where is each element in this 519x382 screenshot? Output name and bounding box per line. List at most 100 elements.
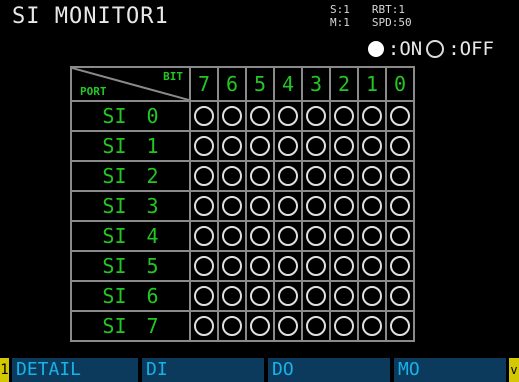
bit-cell [329,220,359,252]
off-lamp-icon [250,286,270,306]
mo-key[interactable]: MO [394,358,506,382]
bit-cell [357,160,387,192]
bit-cell [217,160,247,192]
port-prefix: SI [102,164,127,188]
off-lamp-icon [334,106,354,126]
port-rows: SI 0 SI 1 SI 2 SI 3 SI 4 SI 5 SI 6 SI 7 [70,100,415,342]
bit-cell [273,250,303,282]
bit-cell [217,250,247,282]
bit-header-row: BIT PORT 7 6 5 4 3 2 1 0 [70,66,415,102]
function-page-number: 1 [0,358,9,382]
bit-cell [189,160,219,192]
bit-cell [245,160,275,192]
port-prefix: SI [102,314,127,338]
more-keys-indicator[interactable]: v [509,358,519,382]
di-key[interactable]: DI [142,358,264,382]
off-lamp-icon [278,136,298,156]
port-prefix: SI [102,104,127,128]
bit-cell [301,220,331,252]
bit-cell [273,310,303,342]
off-lamp-icon [390,286,410,306]
off-lamp-icon [278,256,298,276]
bit-cell [273,100,303,132]
off-lamp-icon [390,136,410,156]
off-lamp-icon [334,286,354,306]
off-lamp-icon [306,316,326,336]
bit-cell [217,280,247,312]
bit-cell [357,130,387,162]
bit-cell [245,100,275,132]
off-lamp-icon [390,196,410,216]
off-lamp-icon [250,226,270,246]
status-rbt: RBT:1 [371,3,405,16]
bit-cell [385,100,415,132]
bit-cell [189,310,219,342]
bit-cell [329,130,359,162]
bit-cell [385,160,415,192]
port-number: 3 [146,194,159,218]
bit-cell [245,250,275,282]
do-key[interactable]: DO [268,358,390,382]
off-lamp-icon [362,106,382,126]
bit-cell [273,220,303,252]
off-lamp-icon [362,226,382,246]
off-lamp-icon [222,286,242,306]
off-lamp-icon [362,136,382,156]
port-bit-corner: BIT PORT [70,66,191,102]
bit-cell [301,250,331,282]
bit-cell [329,100,359,132]
bit-cell [329,160,359,192]
off-lamp-icon [222,226,242,246]
off-lamp-icon [278,106,298,126]
bit-cell [385,130,415,162]
bit-cell [301,190,331,222]
bit-cell [385,280,415,312]
off-lamp-icon [306,286,326,306]
bit-cell [385,220,415,252]
off-lamp-icon [194,196,214,216]
bit-cell [245,130,275,162]
off-lamp-icon [390,106,410,126]
off-lamp-icon [362,256,382,276]
port-row: SI 2 [70,160,415,192]
corner-bit-label: BIT [163,70,183,83]
off-lamp-icon [390,226,410,246]
off-lamp-icon [334,136,354,156]
port-label: SI 1 [70,130,191,162]
port-number: 1 [146,134,159,158]
bit-cell [357,310,387,342]
off-lamp-icon [250,196,270,216]
off-lamp-icon [194,136,214,156]
bit-cell [189,250,219,282]
function-key-bar: 1 DETAIL DI DO MO v [0,356,519,382]
on-dot-icon [367,41,384,57]
port-number: 7 [146,314,159,338]
port-prefix: SI [102,134,127,158]
off-lamp-icon [390,166,410,186]
bit-cell [357,220,387,252]
bit-cell [245,220,275,252]
off-lamp-icon [222,136,242,156]
status-s: S:1 [330,3,350,16]
bit-cell [329,310,359,342]
off-lamp-icon [194,166,214,186]
bit-cell [385,250,415,282]
bit-cell [217,220,247,252]
off-lamp-icon [222,196,242,216]
off-lamp-icon [250,166,270,186]
off-lamp-icon [306,226,326,246]
detail-key[interactable]: DETAIL [12,358,138,382]
bit-cell [273,160,303,192]
off-lamp-icon [222,256,242,276]
off-lamp-icon [250,136,270,156]
status-m: M:1 [330,16,350,29]
off-lamp-icon [362,286,382,306]
bit-cell [245,280,275,312]
bit-cell [357,100,387,132]
legend-off-label: :OFF [448,38,494,60]
port-label: SI 6 [70,280,191,312]
si-status-table: BIT PORT 7 6 5 4 3 2 1 0 SI 0 SI 1 SI 2 SI 3 SI 4… [70,66,415,342]
off-lamp-icon [390,256,410,276]
bit-cell [301,160,331,192]
port-row: SI 1 [70,130,415,162]
